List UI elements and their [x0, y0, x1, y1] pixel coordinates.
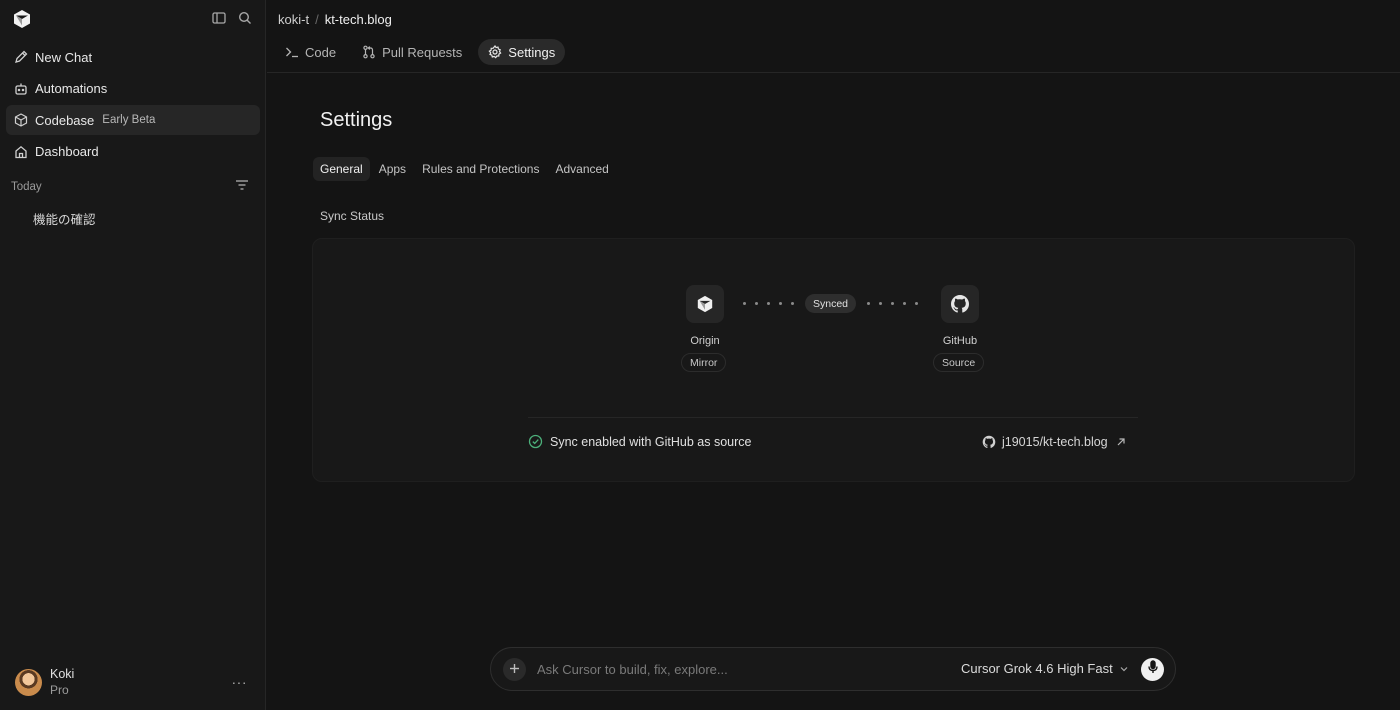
add-attachment-button[interactable] — [503, 658, 526, 681]
sync-dots-left — [743, 302, 794, 305]
user-profile[interactable]: Koki Pro ··· — [15, 666, 247, 698]
sync-message-text: Sync enabled with GitHub as source — [550, 434, 752, 449]
external-link-icon — [1116, 437, 1126, 447]
cursor-logo-icon[interactable] — [12, 9, 32, 29]
header-divider — [267, 72, 1400, 73]
sync-status-label: Sync Status — [320, 209, 385, 223]
sidebar-item-label: Dashboard — [35, 144, 99, 159]
repo-link-text: j19015/kt-tech.blog — [1002, 435, 1108, 449]
user-plan: Pro — [50, 683, 69, 697]
sidebar-item-new-chat[interactable]: New Chat — [6, 42, 260, 72]
sync-status-message: Sync enabled with GitHub as source — [528, 434, 752, 449]
breadcrumb-repo[interactable]: kt-tech.blog — [325, 12, 392, 27]
settings-tabs: General Apps Rules and Protections Advan… — [313, 157, 616, 181]
check-circle-icon — [528, 434, 543, 449]
breadcrumb-owner[interactable]: koki-t — [278, 12, 309, 27]
chat-history-item[interactable]: 機能の確認 — [33, 209, 96, 228]
sidebar-item-dashboard[interactable]: Dashboard — [6, 137, 260, 167]
sidebar-item-label: New Chat — [35, 49, 93, 65]
main-panel: koki-t / kt-tech.blog Code Pull Requests S… — [267, 0, 1400, 710]
model-selector[interactable]: Cursor Grok 4.6 High Fast — [961, 661, 1129, 676]
prompt-input[interactable] — [537, 659, 917, 679]
github-name: GitHub — [942, 335, 978, 347]
chat-composer: Cursor Grok 4.6 High Fast — [490, 647, 1176, 691]
chevron-down-icon — [1119, 664, 1129, 674]
filter-icon[interactable] — [235, 179, 249, 194]
sidebar: New Chat Automations Codebase Early Beta… — [0, 0, 266, 710]
origin-role-badge: Mirror — [681, 353, 727, 372]
sidebar-item-automations[interactable]: Automations — [6, 74, 260, 104]
tab-apps[interactable]: Apps — [372, 157, 413, 181]
tab-label: Pull Requests — [382, 44, 463, 60]
origin-name: Origin — [690, 335, 720, 347]
tab-general[interactable]: General — [313, 157, 370, 181]
breadcrumb: koki-t / kt-tech.blog — [278, 12, 392, 27]
plus-icon — [509, 661, 520, 679]
tab-label: Code — [305, 44, 337, 60]
today-section-header: Today — [11, 179, 249, 194]
toggle-sidebar-icon[interactable] — [212, 11, 228, 27]
terminal-icon — [285, 45, 299, 59]
tab-rules-and-protections[interactable]: Rules and Protections — [415, 157, 546, 181]
model-name: Cursor Grok 4.6 High Fast — [961, 661, 1113, 676]
synced-status-badge: Synced — [805, 294, 857, 313]
card-divider — [528, 417, 1138, 418]
sync-status-card: Origin Mirror Synced GitHub Source Sync … — [312, 238, 1355, 482]
search-icon[interactable] — [238, 11, 254, 27]
github-icon — [941, 285, 979, 323]
sidebar-item-label: Automations — [35, 81, 108, 96]
pen-icon — [14, 50, 28, 64]
early-beta-badge: Early Beta — [102, 114, 156, 126]
tab-settings[interactable]: Settings — [478, 39, 566, 65]
breadcrumb-separator: / — [315, 12, 319, 27]
section-title: Today — [11, 180, 42, 193]
tab-advanced[interactable]: Advanced — [548, 157, 615, 181]
tab-code[interactable]: Code — [275, 39, 346, 65]
sidebar-item-codebase[interactable]: Codebase Early Beta — [6, 105, 260, 135]
home-icon — [14, 145, 28, 159]
github-role-badge: Source — [933, 353, 985, 372]
github-icon — [982, 435, 996, 449]
sync-dots-right — [867, 302, 918, 305]
avatar — [15, 668, 42, 696]
more-options-button[interactable]: ··· — [232, 674, 248, 690]
page-title: Settings — [320, 109, 393, 131]
repo-tabs: Code Pull Requests Settings — [275, 39, 566, 65]
github-repo-link[interactable]: j19015/kt-tech.blog — [982, 435, 1126, 449]
cursor-logo-icon — [686, 285, 724, 323]
tab-pull-requests[interactable]: Pull Requests — [352, 39, 472, 65]
microphone-icon — [1147, 660, 1159, 679]
robot-icon — [14, 82, 28, 96]
tab-label: Settings — [508, 44, 556, 60]
cube-icon — [14, 113, 28, 127]
voice-input-button[interactable] — [1141, 658, 1164, 681]
sidebar-item-label: Codebase — [35, 112, 95, 128]
user-name: Koki — [50, 667, 75, 681]
pull-request-icon — [362, 45, 376, 59]
sidebar-nav: New Chat Automations Codebase Early Beta… — [6, 42, 260, 168]
gear-icon — [488, 45, 502, 59]
